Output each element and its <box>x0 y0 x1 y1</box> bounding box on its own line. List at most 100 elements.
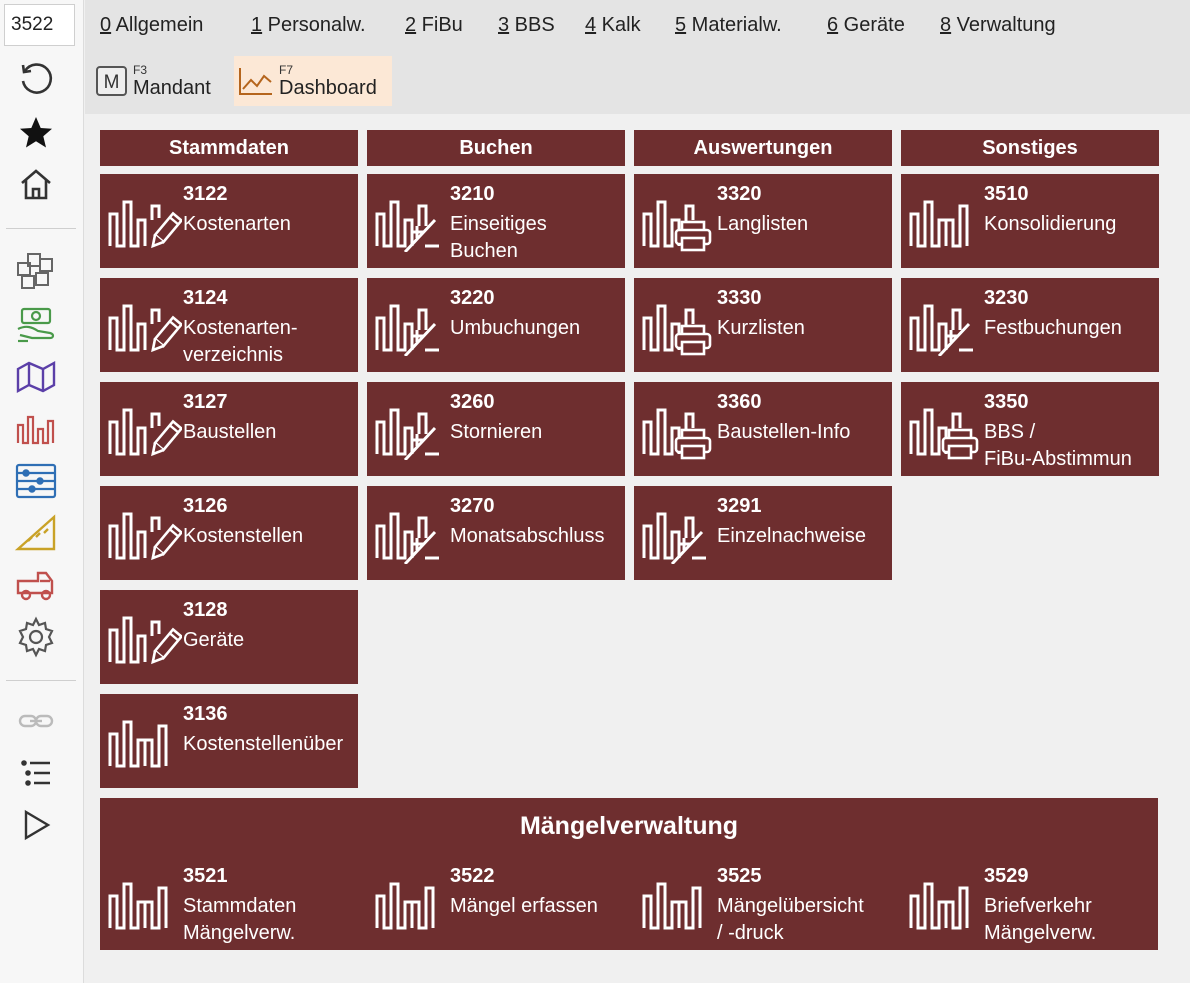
menu-item-geraete[interactable]: 6 Geräte <box>827 14 905 37</box>
tile-3522[interactable]: 3522 Mängel erfassen <box>367 864 625 950</box>
tile-3220[interactable]: 3220 Umbuchungen <box>367 278 625 372</box>
menu-item-fibu[interactable]: 2 FiBu <box>405 14 463 37</box>
plusminus-program-icon <box>375 404 449 462</box>
tile-number: 3136 <box>183 703 228 725</box>
edit-program-icon <box>108 404 184 460</box>
plain-program-icon <box>909 196 983 252</box>
tile-3350[interactable]: 3350 BBS / FiBu-Abstimmun <box>901 382 1159 476</box>
plain-program-icon <box>108 716 182 772</box>
tile-label: Baustellen-Info <box>717 421 851 443</box>
tile-number: 3330 <box>717 287 762 309</box>
tile-3124[interactable]: 3124 Kostenarten- verzeichnis <box>100 278 358 372</box>
menu-accelerator: 5 <box>675 14 687 36</box>
dashboard-chart-icon <box>239 68 272 95</box>
menu-accelerator: 2 <box>405 14 417 36</box>
money-icon[interactable] <box>12 302 60 348</box>
plusminus-program-icon <box>909 300 983 358</box>
tile-3270[interactable]: 3270 Monatsabschluss <box>367 486 625 580</box>
menu-item-verwaltung[interactable]: 8 Verwaltung <box>940 14 1056 37</box>
map-icon[interactable] <box>12 354 60 400</box>
list-icon[interactable] <box>12 750 60 796</box>
menu-item-bbs[interactable]: 3 BBS <box>498 14 555 37</box>
tile-number: 3291 <box>717 495 762 517</box>
home-icon[interactable] <box>12 161 60 207</box>
dashboard-button[interactable]: F7 Dashboard <box>234 56 392 106</box>
tile-label: Briefverkehr Mängelverw. <box>984 895 1097 944</box>
menu-label: FiBu <box>416 14 463 36</box>
tile-label: Stammdaten Mängelverw. <box>183 895 297 944</box>
refresh-icon[interactable] <box>12 56 60 102</box>
tile-label: Festbuchungen <box>984 317 1122 339</box>
tile-3127[interactable]: 3127 Baustellen <box>100 382 358 476</box>
truck-icon[interactable] <box>12 562 60 608</box>
play-icon[interactable] <box>12 802 60 848</box>
tile-3136[interactable]: 3136 Kostenstellenüber <box>100 694 358 788</box>
tile-label: Einzelnachweise <box>717 525 866 547</box>
program-number-input[interactable] <box>4 4 75 46</box>
tile-3320[interactable]: 3320 Langlisten <box>634 174 892 268</box>
tile-3291[interactable]: 3291 Einzelnachweise <box>634 486 892 580</box>
tile-3525[interactable]: 3525 Mängelübersicht / -druck <box>634 864 892 950</box>
menu-item-kalk[interactable]: 4 Kalk <box>585 14 641 37</box>
favorites-star-icon[interactable] <box>12 110 60 156</box>
top-menu-bar: 0 Allgemein 1 Personalw. 2 FiBu 3 BBS 4 … <box>85 0 1190 114</box>
tile-label: Stornieren <box>450 421 543 443</box>
tile-number: 3260 <box>450 391 495 413</box>
tile-3510[interactable]: 3510 Konsolidierung <box>901 174 1159 268</box>
mandant-shortcut: F3 <box>133 63 148 77</box>
edit-program-icon <box>108 300 184 356</box>
dashboard-shortcut: F7 <box>279 63 294 77</box>
menu-accelerator: 1 <box>251 14 263 36</box>
chart-icon[interactable] <box>12 406 60 452</box>
tile-3330[interactable]: 3330 Kurzlisten <box>634 278 892 372</box>
tile-3260[interactable]: 3260 Stornieren <box>367 382 625 476</box>
tile-number: 3210 <box>450 183 495 205</box>
column-header-sonstiges: Sonstiges <box>901 130 1159 166</box>
tile-label: Kostenarten <box>183 213 291 235</box>
tile-number: 3320 <box>717 183 762 205</box>
tile-label: Mängel erfassen <box>450 895 598 917</box>
plusminus-program-icon <box>375 508 449 566</box>
tile-number: 3360 <box>717 391 762 413</box>
tile-label: Mängelübersicht / -druck <box>717 895 864 944</box>
menu-item-personalw[interactable]: 1 Personalw. <box>251 14 366 37</box>
tile-3529[interactable]: 3529 Briefverkehr Mängelverw. <box>901 864 1159 950</box>
modules-icon[interactable] <box>12 248 60 294</box>
maengelverwaltung-title: Mängelverwaltung <box>519 812 739 840</box>
plusminus-program-icon <box>642 508 716 566</box>
tile-number: 3128 <box>183 599 228 621</box>
tile-3126[interactable]: 3126 Kostenstellen <box>100 486 358 580</box>
tile-3210[interactable]: 3210 Einseitiges Buchen <box>367 174 625 268</box>
tile-3128[interactable]: 3128 Geräte <box>100 590 358 684</box>
tile-number: 3510 <box>984 183 1029 205</box>
tile-number: 3126 <box>183 495 228 517</box>
tile-label: Kostenstellen <box>183 525 304 547</box>
mandant-button[interactable]: M F3 Mandant <box>95 56 235 106</box>
tile-number: 3522 <box>450 865 495 887</box>
stairs-icon[interactable] <box>12 510 60 556</box>
tile-3230[interactable]: 3230 Festbuchungen <box>901 278 1159 372</box>
edit-program-icon <box>108 196 184 252</box>
dashboard-label: Dashboard <box>279 77 377 99</box>
tile-3521[interactable]: 3521 Stammdaten Mängelverw. <box>100 864 358 950</box>
sidebar-divider <box>6 228 76 229</box>
tile-label: Kurzlisten <box>717 317 805 339</box>
link-icon[interactable] <box>12 698 60 744</box>
left-sidebar <box>0 0 84 983</box>
svg-text:M: M <box>104 72 120 93</box>
tile-number: 3122 <box>183 183 228 205</box>
menu-item-allgemein[interactable]: 0 Allgemein <box>100 14 203 37</box>
gear-icon[interactable] <box>12 614 60 660</box>
tile-3360[interactable]: 3360 Baustellen-Info <box>634 382 892 476</box>
tile-label: Konsolidierung <box>984 213 1117 235</box>
tile-number: 3521 <box>183 865 228 887</box>
abacus-icon[interactable] <box>12 458 60 504</box>
menu-item-materialw[interactable]: 5 Materialw. <box>675 14 782 37</box>
menu-accelerator: 4 <box>585 14 597 36</box>
tile-3122[interactable]: 3122 Kostenarten <box>100 174 358 268</box>
tile-number: 3270 <box>450 495 495 517</box>
print-program-icon <box>909 404 983 460</box>
edit-program-icon <box>108 612 184 668</box>
menu-accelerator: 6 <box>827 14 839 36</box>
bars-program-icon <box>642 878 714 934</box>
